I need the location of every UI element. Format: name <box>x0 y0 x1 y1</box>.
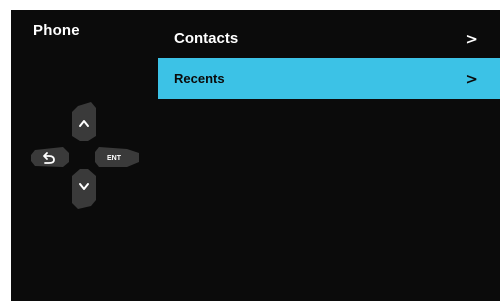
up-button[interactable] <box>72 102 96 141</box>
dpad: ENT <box>11 10 158 301</box>
menu-item-label: Recents <box>174 71 225 86</box>
menu-item-contacts[interactable]: Contacts > <box>158 19 500 58</box>
enter-button[interactable]: ENT <box>95 147 139 167</box>
down-button[interactable] <box>72 169 96 209</box>
enter-label: ENT <box>107 155 122 162</box>
menu-item-recents[interactable]: Recents > <box>158 58 500 99</box>
back-button[interactable] <box>31 147 69 167</box>
phone-screen: Phone ENT Contacts > Recents > <box>11 10 500 301</box>
left-pane: Phone ENT <box>11 10 158 301</box>
chevron-right-icon: > <box>465 29 478 48</box>
chevron-right-icon: > <box>465 69 478 88</box>
menu-list: Contacts > Recents > <box>158 19 500 99</box>
menu-item-label: Contacts <box>174 30 239 47</box>
